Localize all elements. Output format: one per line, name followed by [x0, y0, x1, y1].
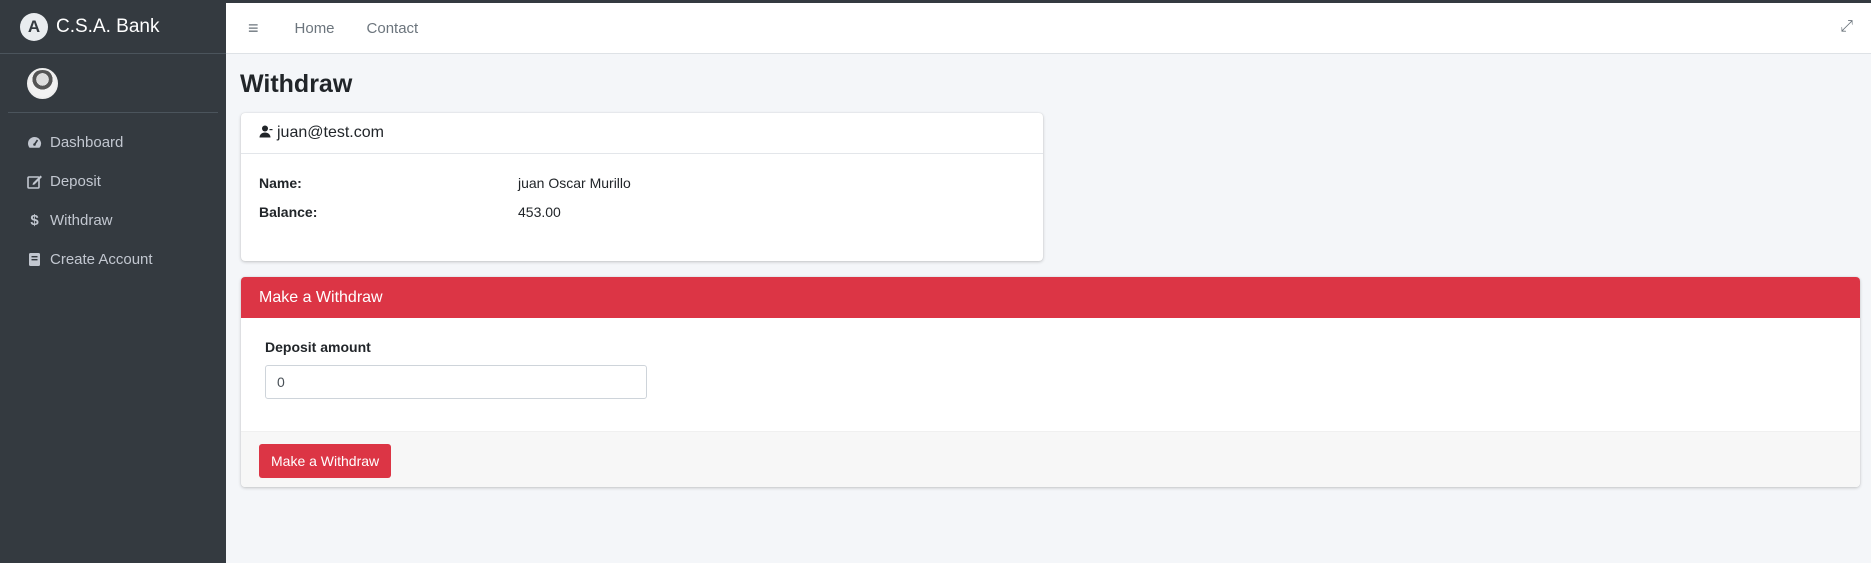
dollar-icon: $ [30, 212, 39, 229]
name-label: Name: [259, 175, 302, 191]
sidebar-item-label: Withdraw [50, 212, 113, 229]
name-value: juan Oscar Murillo [518, 175, 631, 191]
withdraw-card-header: Make a Withdraw [241, 277, 1860, 318]
sidebar-item-dashboard[interactable]: Dashboard [0, 123, 226, 162]
home-link[interactable]: Home [295, 20, 335, 37]
sidebar-item-deposit[interactable]: Deposit [0, 162, 226, 201]
contact-link[interactable]: Contact [367, 20, 419, 37]
account-info-header: juan@test.com [241, 113, 1043, 154]
sidebar-item-create-account[interactable]: Create Account [0, 240, 226, 279]
balance-value: 453.00 [518, 204, 561, 220]
sidebar-item-withdraw[interactable]: $ Withdraw [0, 201, 226, 240]
user-panel [8, 54, 218, 113]
sidebar-item-label: Deposit [50, 173, 101, 190]
top-navbar: ≡ Home Contact ⤢ [226, 0, 1871, 54]
fullscreen-icon[interactable]: ⤢ [1840, 18, 1853, 36]
edit-icon [26, 173, 43, 190]
brand-name: C.S.A. Bank [56, 15, 160, 37]
balance-row: Balance: 453.00 [259, 204, 561, 220]
withdraw-card-footer: Make a Withdraw [241, 431, 1860, 487]
sidebar-item-label: Create Account [50, 251, 153, 268]
account-email: juan@test.com [277, 124, 384, 141]
deposit-amount-label: Deposit amount [265, 339, 371, 355]
withdraw-card: Make a Withdraw Deposit amount Make a Wi… [241, 277, 1860, 487]
user-icon [259, 125, 273, 141]
brand-link[interactable]: A C.S.A. Bank [0, 0, 226, 54]
amount-input[interactable] [265, 365, 647, 399]
sidebar-item-label: Dashboard [50, 134, 124, 151]
page-title: Withdraw [240, 70, 353, 98]
book-icon [26, 251, 43, 268]
account-info-card: juan@test.com Name: juan Oscar Murillo B… [241, 113, 1043, 261]
balance-label: Balance: [259, 204, 318, 220]
hamburger-menu-icon[interactable]: ≡ [248, 18, 259, 39]
make-withdraw-button[interactable]: Make a Withdraw [259, 444, 392, 478]
tachometer-icon [26, 134, 43, 151]
sidebar: A C.S.A. Bank Dashboard Deposit $ Withdr… [0, 0, 226, 563]
name-row: Name: juan Oscar Murillo [259, 175, 631, 191]
sidebar-nav: Dashboard Deposit $ Withdraw Create Acco… [0, 113, 226, 279]
avatar[interactable] [27, 67, 58, 99]
brand-logo-icon: A [20, 12, 48, 41]
